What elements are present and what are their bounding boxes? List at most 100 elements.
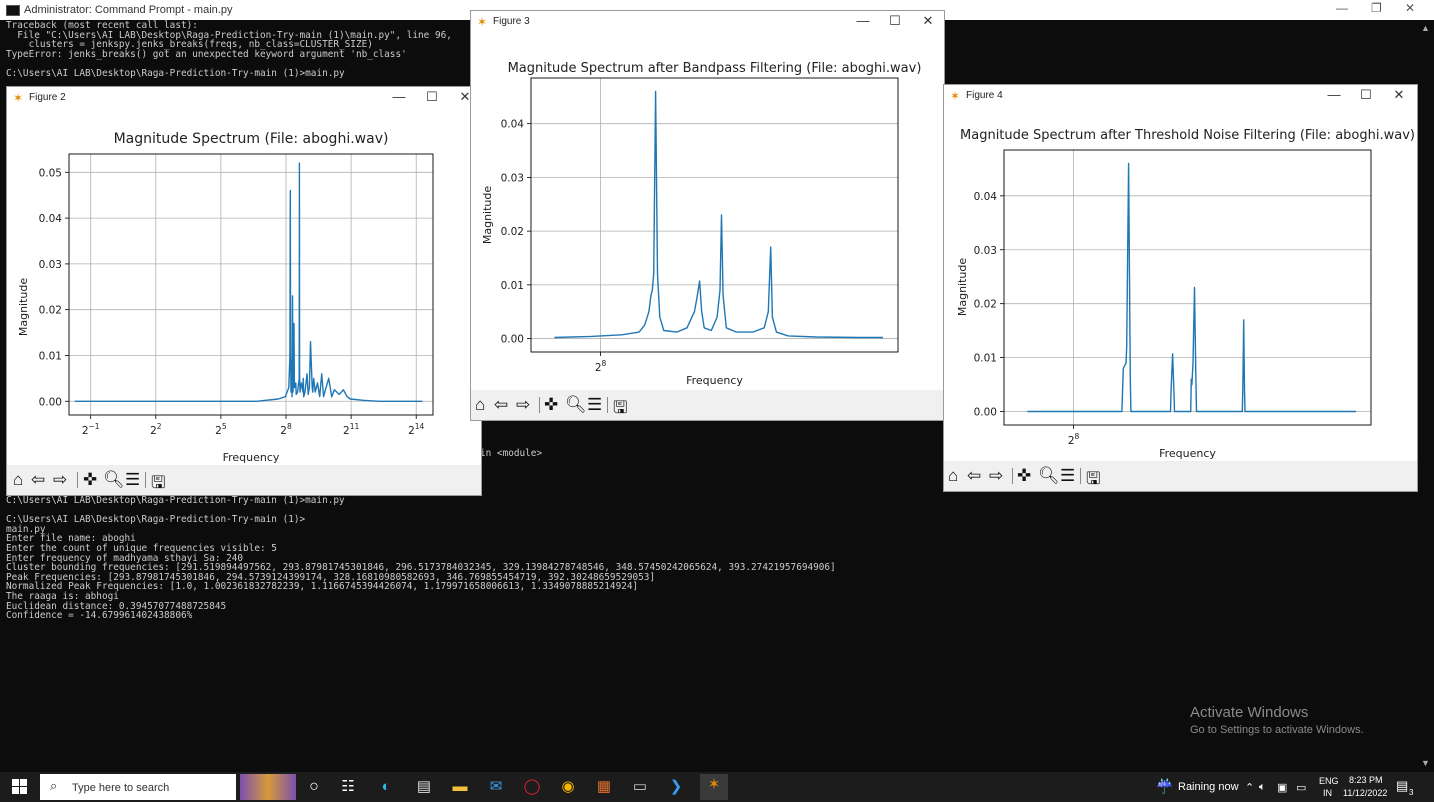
configure-subplots-icon[interactable]: ☰ <box>125 470 140 490</box>
matplotlib-icon: ✶ <box>13 91 24 105</box>
figure-4-titlebar[interactable]: ✶ Figure 4 — ☐ ✕ <box>944 85 1417 107</box>
forward-icon[interactable]: ⇨ <box>516 395 530 415</box>
start-button[interactable] <box>8 777 34 797</box>
configure-subplots-icon[interactable]: ☰ <box>587 395 602 415</box>
clock-time[interactable]: 8:23 PM <box>1349 775 1383 785</box>
y-axis-label: Magnitude <box>956 258 969 317</box>
windows-logo-pane <box>20 787 27 794</box>
configure-subplots-icon[interactable]: ☰ <box>1060 466 1075 486</box>
chevron-up-icon[interactable]: ⌃ <box>1245 781 1254 794</box>
save-icon[interactable]: 🖫︎ <box>151 470 165 499</box>
toolbar-separator <box>1080 468 1081 484</box>
notification-icon[interactable]: ▤ <box>1396 778 1408 794</box>
figure-2-toolbar: ⌂ ⇦ ⇨ ✜ 🔍︎ ☰ 🖫︎ <box>7 465 481 495</box>
toolbar-separator <box>539 397 540 413</box>
home-icon[interactable]: ⌂ <box>948 466 958 486</box>
windows-logo-pane <box>12 787 19 794</box>
home-icon[interactable]: ⌂ <box>475 395 485 415</box>
x-tick-label: 2−1 <box>82 422 100 437</box>
y-tick-label: 0.01 <box>39 350 62 362</box>
zoom-icon[interactable]: 🔍︎ <box>1038 466 1060 486</box>
taskbar-search-box[interactable]: ⌕ Type here to search <box>40 774 236 800</box>
x-axis-label: Frequency <box>686 374 743 387</box>
y-tick-label: 0.04 <box>974 191 998 203</box>
maximize-icon[interactable]: ☐ <box>420 89 444 105</box>
zoom-icon[interactable]: 🔍︎ <box>103 470 125 490</box>
language-top[interactable]: ENG <box>1319 776 1339 786</box>
figure-2-window[interactable]: ✶ Figure 2 — ☐ ✕ 0.00 0.01 0.02 0.03 0.04 0.0… <box>6 86 482 496</box>
console-title: Administrator: Command Prompt - main.py <box>24 4 233 16</box>
pan-icon[interactable]: ✜ <box>544 395 558 415</box>
opera-icon[interactable]: ◯ <box>520 776 544 798</box>
network-icon[interactable]: ▣ <box>1277 781 1287 794</box>
back-icon[interactable]: ⇦ <box>494 395 508 415</box>
x-tick-label: 22 <box>150 422 162 437</box>
vscode-icon[interactable]: ❯ <box>664 776 688 798</box>
mail-icon[interactable]: ✉ <box>484 776 508 798</box>
language-bottom[interactable]: IN <box>1323 788 1332 798</box>
minimize-icon[interactable]: — <box>1322 87 1346 102</box>
pan-icon[interactable]: ✜ <box>1017 466 1031 486</box>
figure-2-plot[interactable]: 0.000.010.020.030.040.052−1 22 25 28 211 214M… <box>7 109 481 465</box>
store-icon[interactable]: ▤ <box>412 776 436 798</box>
speaker-icon[interactable]: 🔈︎ <box>1259 781 1266 794</box>
app-icon[interactable]: ▦ <box>592 776 616 798</box>
x-tick-exponent: −1 <box>89 422 100 431</box>
zoom-icon[interactable]: 🔍︎ <box>565 395 587 415</box>
console-line: TypeError: jenks_breaks() got an unexpec… <box>6 48 407 60</box>
pan-icon[interactable]: ✜ <box>83 470 97 490</box>
figure-3-plot[interactable]: 0.00 0.01 0.02 0.03 0.04 28 Magnitude Spectrum… <box>471 33 944 391</box>
back-icon[interactable]: ⇦ <box>967 466 981 486</box>
weather-text[interactable]: Raining now <box>1178 781 1239 793</box>
plot-area <box>531 78 898 352</box>
command-prompt-taskbar-icon[interactable]: ▭ <box>628 776 652 798</box>
close-icon[interactable]: ✕ <box>916 13 940 29</box>
figure-4-toolbar: ⌂ ⇦ ⇨ ✜ 🔍︎ ☰ 🖫︎ <box>944 461 1417 491</box>
maximize-icon[interactable]: ☐ <box>1354 87 1378 103</box>
task-view-icon[interactable]: ☷ <box>336 776 360 798</box>
save-icon[interactable]: 🖫︎ <box>1086 466 1100 495</box>
figure-3-title: Figure 3 <box>493 16 530 27</box>
y-tick-label: 0.05 <box>39 167 62 179</box>
forward-icon[interactable]: ⇨ <box>53 470 67 490</box>
close-icon[interactable]: ✕ <box>1387 87 1411 103</box>
minimize-icon[interactable]: — <box>1336 1 1348 15</box>
search-placeholder: Type here to search <box>72 782 170 794</box>
battery-icon[interactable]: ▭ <box>1296 781 1306 794</box>
cortana-icon[interactable]: ○ <box>302 776 326 798</box>
y-tick-label: 0.01 <box>501 280 524 292</box>
figure-4-window[interactable]: ✶ Figure 4 — ☐ ✕ 0.00 0.01 0.02 0.03 0.04 28 M… <box>943 84 1418 492</box>
home-icon[interactable]: ⌂ <box>13 470 23 490</box>
scroll-up-icon[interactable]: ▲ <box>1421 23 1430 33</box>
y-tick-label: 0.03 <box>501 172 524 184</box>
x-tick-exponent: 14 <box>415 422 425 431</box>
restore-icon[interactable]: ❐ <box>1371 1 1382 15</box>
chart-title: Magnitude Spectrum after Bandpass Filter… <box>508 61 922 76</box>
x-tick-exponent: 2 <box>157 422 162 431</box>
file-explorer-icon[interactable]: ▬ <box>448 776 472 798</box>
figure-3-titlebar[interactable]: ✶ Figure 3 — ☐ ✕ <box>471 11 944 33</box>
x-tick-exponent: 8 <box>602 359 607 368</box>
edge-browser-icon[interactable]: ◐ <box>374 776 398 798</box>
scroll-down-icon[interactable]: ▼ <box>1421 758 1430 768</box>
maximize-icon[interactable]: ☐ <box>883 13 907 29</box>
chrome-icon[interactable]: ◉ <box>556 776 580 798</box>
x-tick-exponent: 8 <box>1075 432 1080 441</box>
minimize-icon[interactable]: — <box>851 13 875 28</box>
figure-3-window[interactable]: ✶ Figure 3 — ☐ ✕ 0.00 0.01 0.02 0.03 0.04 28 M… <box>470 10 945 421</box>
forward-icon[interactable]: ⇨ <box>989 466 1003 486</box>
clock-date[interactable]: 11/12/2022 <box>1343 788 1387 798</box>
x-tick-exponent: 11 <box>350 422 360 431</box>
matplotlib-icon: ✶ <box>477 15 488 29</box>
activate-windows-title: Activate Windows <box>1190 704 1309 721</box>
search-highlight-image[interactable] <box>240 774 296 800</box>
console-scrollbar[interactable]: ▲ ▼ <box>1417 20 1434 772</box>
figure-4-plot[interactable]: 0.00 0.01 0.02 0.03 0.04 28 Magnitude Spectrum… <box>944 107 1417 462</box>
save-icon[interactable]: 🖫︎ <box>613 395 627 424</box>
python-figure-taskbar-icon[interactable]: ✶ <box>700 774 728 800</box>
close-icon[interactable]: ✕ <box>1405 1 1415 15</box>
minimize-icon[interactable]: — <box>387 89 411 104</box>
back-icon[interactable]: ⇦ <box>31 470 45 490</box>
figure-2-titlebar[interactable]: ✶ Figure 2 — ☐ ✕ <box>7 87 481 109</box>
console-line: Confidence = -14.679961402438806% <box>6 610 193 622</box>
